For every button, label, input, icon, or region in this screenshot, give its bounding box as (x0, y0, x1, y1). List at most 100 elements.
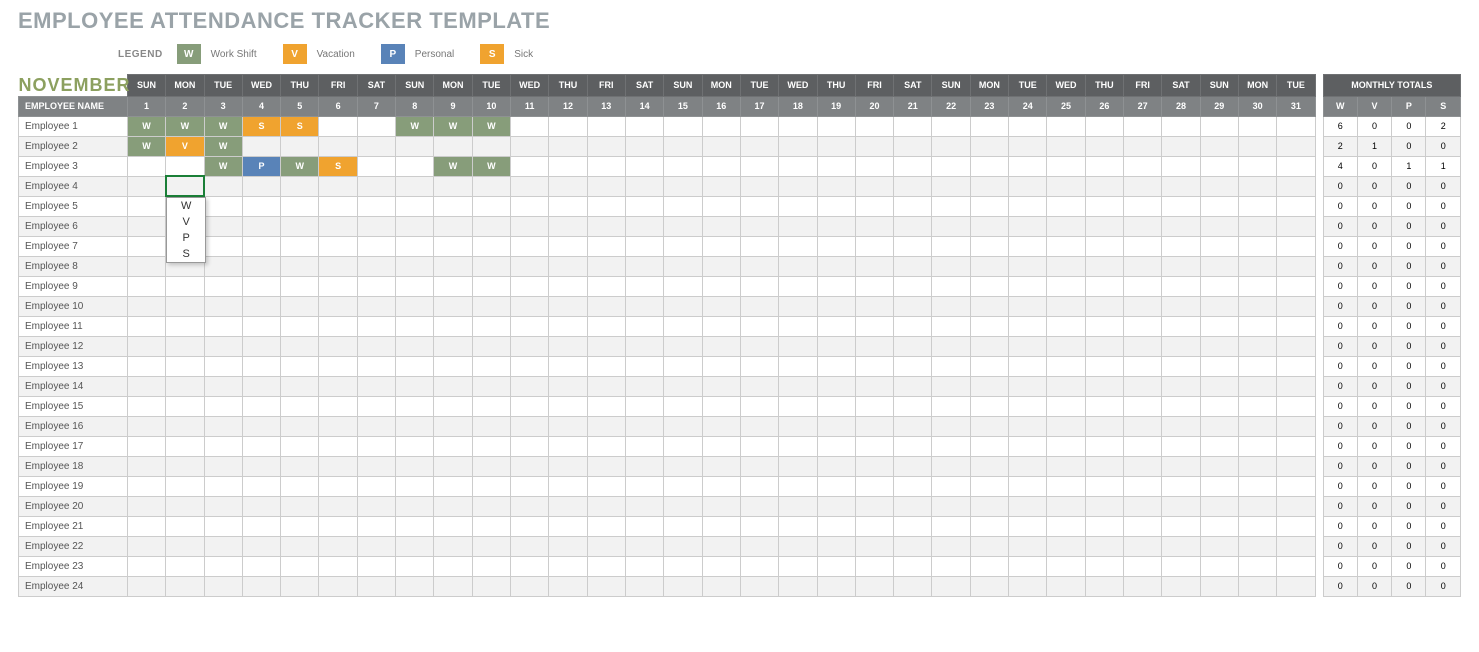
attendance-cell[interactable] (1085, 356, 1123, 376)
attendance-cell[interactable] (855, 136, 893, 156)
attendance-cell[interactable] (396, 216, 434, 236)
attendance-cell[interactable] (970, 116, 1008, 136)
attendance-cell[interactable] (319, 276, 357, 296)
attendance-cell[interactable] (894, 136, 932, 156)
attendance-cell[interactable] (511, 476, 549, 496)
attendance-cell[interactable] (817, 376, 855, 396)
employee-name-cell[interactable]: Employee 5 (19, 196, 128, 216)
attendance-cell[interactable] (740, 536, 778, 556)
attendance-cell[interactable] (817, 516, 855, 536)
attendance-cell[interactable] (587, 176, 625, 196)
attendance-cell[interactable] (434, 256, 472, 276)
attendance-cell[interactable] (1047, 316, 1085, 336)
attendance-cell[interactable] (1085, 376, 1123, 396)
attendance-cell[interactable] (894, 356, 932, 376)
attendance-cell[interactable] (1047, 176, 1085, 196)
attendance-cell[interactable] (779, 516, 817, 536)
attendance-cell[interactable] (396, 396, 434, 416)
attendance-cell[interactable] (779, 536, 817, 556)
attendance-cell[interactable] (396, 476, 434, 496)
employee-name-cell[interactable]: Employee 4 (19, 176, 128, 196)
attendance-cell[interactable] (511, 516, 549, 536)
attendance-cell[interactable] (740, 216, 778, 236)
attendance-cell[interactable] (357, 156, 395, 176)
attendance-cell[interactable] (127, 416, 165, 436)
attendance-cell[interactable]: W (472, 156, 510, 176)
attendance-cell[interactable] (472, 136, 510, 156)
attendance-cell[interactable] (932, 296, 970, 316)
attendance-cell[interactable] (511, 536, 549, 556)
attendance-cell[interactable] (319, 336, 357, 356)
attendance-cell[interactable] (1124, 296, 1162, 316)
attendance-cell[interactable] (396, 336, 434, 356)
attendance-cell[interactable] (472, 196, 510, 216)
attendance-cell[interactable] (1277, 256, 1315, 276)
attendance-cell[interactable] (472, 456, 510, 476)
attendance-cell[interactable] (664, 356, 702, 376)
attendance-cell[interactable] (970, 336, 1008, 356)
attendance-cell[interactable] (242, 216, 280, 236)
attendance-cell[interactable] (281, 216, 319, 236)
attendance-cell[interactable] (1162, 296, 1200, 316)
attendance-cell[interactable] (127, 316, 165, 336)
attendance-cell[interactable]: S (242, 116, 280, 136)
attendance-cell[interactable] (357, 336, 395, 356)
attendance-cell[interactable] (434, 276, 472, 296)
attendance-cell[interactable] (396, 576, 434, 596)
attendance-cell[interactable] (779, 256, 817, 276)
attendance-cell[interactable] (319, 496, 357, 516)
attendance-cell[interactable] (549, 176, 587, 196)
attendance-cell[interactable] (855, 256, 893, 276)
attendance-cell[interactable] (1009, 436, 1047, 456)
attendance-cell[interactable] (549, 476, 587, 496)
attendance-cell[interactable] (1047, 216, 1085, 236)
attendance-cell[interactable] (1238, 416, 1276, 436)
attendance-cell[interactable] (970, 316, 1008, 336)
attendance-cell[interactable] (1085, 456, 1123, 476)
attendance-cell[interactable] (472, 376, 510, 396)
employee-name-cell[interactable]: Employee 3 (19, 156, 128, 176)
attendance-cell[interactable] (740, 416, 778, 436)
attendance-cell[interactable] (472, 516, 510, 536)
attendance-cell[interactable] (549, 416, 587, 436)
attendance-cell[interactable] (1277, 536, 1315, 556)
attendance-cell[interactable] (740, 556, 778, 576)
attendance-cell[interactable] (664, 436, 702, 456)
attendance-cell[interactable] (664, 316, 702, 336)
attendance-cell[interactable] (242, 436, 280, 456)
attendance-cell[interactable] (587, 116, 625, 136)
attendance-cell[interactable] (970, 216, 1008, 236)
attendance-cell[interactable] (932, 416, 970, 436)
attendance-cell[interactable] (1200, 376, 1238, 396)
attendance-cell[interactable] (166, 396, 204, 416)
attendance-cell[interactable] (127, 536, 165, 556)
attendance-cell[interactable] (357, 216, 395, 236)
attendance-cell[interactable] (549, 576, 587, 596)
attendance-cell[interactable] (357, 296, 395, 316)
attendance-cell[interactable]: W (281, 156, 319, 176)
attendance-cell[interactable] (855, 156, 893, 176)
attendance-cell[interactable] (319, 356, 357, 376)
attendance-cell[interactable] (511, 436, 549, 456)
attendance-cell[interactable] (740, 156, 778, 176)
attendance-cell[interactable] (1047, 376, 1085, 396)
attendance-cell[interactable] (1047, 476, 1085, 496)
attendance-cell[interactable] (664, 196, 702, 216)
attendance-cell[interactable] (587, 216, 625, 236)
attendance-cell[interactable] (434, 456, 472, 476)
attendance-cell[interactable] (396, 516, 434, 536)
attendance-cell[interactable] (127, 456, 165, 476)
attendance-cell[interactable] (740, 476, 778, 496)
attendance-cell[interactable] (779, 356, 817, 376)
attendance-cell[interactable] (549, 316, 587, 336)
attendance-cell[interactable] (1085, 236, 1123, 256)
attendance-cell[interactable] (932, 516, 970, 536)
attendance-cell[interactable] (1047, 156, 1085, 176)
attendance-cell[interactable] (1047, 116, 1085, 136)
attendance-cell[interactable] (1085, 276, 1123, 296)
attendance-cell[interactable] (779, 456, 817, 476)
attendance-cell[interactable] (319, 116, 357, 136)
attendance-cell[interactable] (319, 536, 357, 556)
attendance-cell[interactable] (434, 136, 472, 156)
attendance-cell[interactable] (664, 456, 702, 476)
